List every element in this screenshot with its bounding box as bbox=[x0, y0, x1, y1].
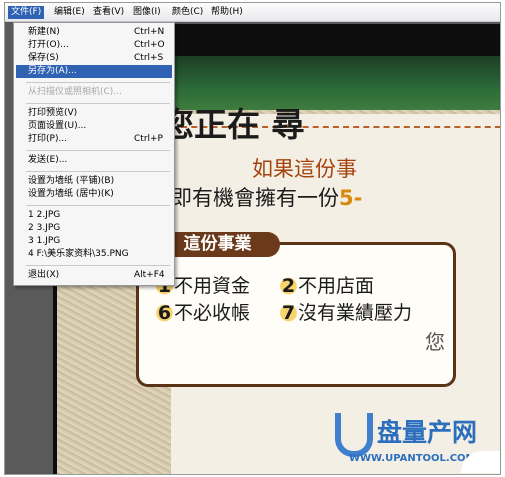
menu-item-page-setup[interactable]: 页面设置(U)... bbox=[16, 120, 172, 133]
menu-item-shortcut: Ctrl+P bbox=[134, 134, 163, 144]
menu-item-label: 保存(S) bbox=[28, 53, 59, 63]
watermark-url: WWW.UPANTOOL.COM bbox=[349, 453, 476, 464]
feature-text: 沒有業績壓力 bbox=[298, 302, 413, 324]
image-feature: 6 不必收帳 bbox=[155, 298, 250, 325]
menu-separator bbox=[26, 82, 170, 83]
menu-item-label: 设置为墙纸 (平铺)(B) bbox=[28, 176, 115, 186]
menu-separator bbox=[26, 205, 170, 206]
paint-window: 文件(F) 编辑(E) 查看(V) 图像(I) 颜色(C) 帮助(H) 您正在 … bbox=[4, 2, 501, 475]
feature-text: 不用資金 bbox=[174, 275, 251, 297]
menu-item-recent-file[interactable]: 1 2.JPG bbox=[16, 209, 172, 222]
menu-item-label: 打印(P)... bbox=[28, 134, 68, 144]
menu-separator bbox=[26, 265, 170, 266]
image-feature: 7 沒有業績壓力 bbox=[279, 298, 412, 325]
image-line2-text: 即有機會擁有一份5- bbox=[171, 182, 362, 212]
menu-item-shortcut: Ctrl+N bbox=[134, 27, 165, 37]
menu-item-wallpaper-tile[interactable]: 设置为墙纸 (平铺)(B) bbox=[16, 175, 172, 188]
menu-item-send[interactable]: 发送(E)... bbox=[16, 154, 172, 167]
menu-item-shortcut: Ctrl+O bbox=[134, 40, 165, 50]
menu-item-recent-file[interactable]: 2 3.JPG bbox=[16, 222, 172, 235]
menu-bar: 文件(F) 编辑(E) 查看(V) 图像(I) 颜色(C) 帮助(H) bbox=[5, 3, 500, 22]
menu-item-new[interactable]: 新建(N) Ctrl+N bbox=[16, 26, 172, 39]
menu-item-label: 新建(N) bbox=[28, 27, 60, 37]
menu-item-label: 另存为(A)... bbox=[28, 66, 77, 76]
menu-item-label: 发送(E)... bbox=[28, 155, 68, 165]
menu-item-wallpaper-center[interactable]: 设置为墙纸 (居中)(K) bbox=[16, 188, 172, 201]
menu-file[interactable]: 文件(F) bbox=[8, 6, 45, 19]
menu-view[interactable]: 查看(V) bbox=[90, 6, 127, 19]
feature-number: 2 bbox=[279, 275, 298, 297]
menu-item-exit[interactable]: 退出(X) Alt+F4 bbox=[16, 269, 172, 282]
feature-text: 不必收帳 bbox=[174, 302, 251, 324]
menu-item-recent-file[interactable]: 4 F:\美乐家资料\35.PNG bbox=[16, 248, 172, 261]
menu-item-print-preview[interactable]: 打印预览(V) bbox=[16, 107, 172, 120]
menu-item-save-as[interactable]: 另存为(A)... bbox=[16, 65, 172, 78]
menu-item-label: 打印预览(V) bbox=[28, 108, 78, 118]
menu-item-scan: 从扫描仪或照相机(C)... bbox=[16, 86, 172, 99]
feature-number: 6 bbox=[155, 302, 174, 324]
watermark: 盘量产网 WWW.UPANTOOL.COM bbox=[335, 413, 500, 473]
feature-number: 7 bbox=[279, 302, 298, 324]
menu-item-label: 3 1.JPG bbox=[28, 236, 61, 246]
watermark-u-logo-icon bbox=[335, 413, 373, 457]
menu-item-save[interactable]: 保存(S) Ctrl+S bbox=[16, 52, 172, 65]
menu-item-open[interactable]: 打开(O)... Ctrl+O bbox=[16, 39, 172, 52]
watermark-brand: 盘量产网 bbox=[377, 418, 478, 447]
menu-item-shortcut: Ctrl+S bbox=[134, 53, 164, 63]
image-feature: 2 不用店面 bbox=[279, 271, 374, 298]
menu-item-label: 退出(X) bbox=[28, 270, 60, 280]
menu-item-label: 页面设置(U)... bbox=[28, 121, 87, 131]
menu-edit[interactable]: 编辑(E) bbox=[51, 6, 88, 19]
image-partial-text: 您 bbox=[425, 330, 445, 354]
menu-separator bbox=[26, 171, 170, 172]
image-line1-text: 如果這份事 bbox=[252, 157, 357, 181]
file-menu-dropdown: 新建(N) Ctrl+N 打开(O)... Ctrl+O 保存(S) Ctrl+S 另… bbox=[13, 22, 175, 286]
menu-item-label: 1 2.JPG bbox=[28, 210, 61, 220]
menu-item-label: 4 F:\美乐家资料\35.PNG bbox=[28, 249, 129, 259]
menu-item-recent-file[interactable]: 3 1.JPG bbox=[16, 235, 172, 248]
menu-image[interactable]: 图像(I) bbox=[130, 6, 164, 19]
menu-item-print[interactable]: 打印(P)... Ctrl+P bbox=[16, 133, 172, 146]
menu-color[interactable]: 颜色(C) bbox=[169, 6, 206, 19]
menu-item-shortcut: Alt+F4 bbox=[134, 270, 165, 280]
menu-item-label: 从扫描仪或照相机(C)... bbox=[28, 87, 122, 97]
feature-text: 不用店面 bbox=[298, 275, 375, 297]
menu-help[interactable]: 帮助(H) bbox=[208, 6, 246, 19]
image-line2-highlight: 5- bbox=[339, 186, 363, 210]
menu-separator bbox=[26, 150, 170, 151]
image-line2-prefix: 即有機會擁有一份 bbox=[171, 186, 339, 210]
menu-item-label: 打开(O)... bbox=[28, 40, 69, 50]
image-title-text: 您正在 尋 bbox=[161, 105, 305, 144]
menu-item-label: 设置为墙纸 (居中)(K) bbox=[28, 189, 114, 199]
menu-item-label: 2 3.JPG bbox=[28, 223, 61, 233]
menu-separator bbox=[26, 103, 170, 104]
